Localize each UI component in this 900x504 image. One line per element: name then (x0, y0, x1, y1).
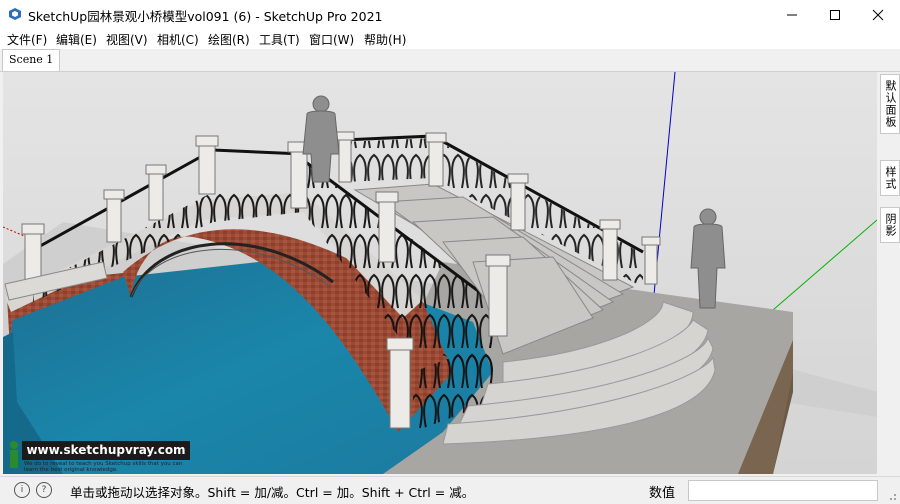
menu-draw[interactable]: 绘图(R) (208, 31, 250, 48)
close-button[interactable] (855, 0, 900, 29)
watermark-url: www.sketchupvray.com (22, 441, 190, 460)
info-circle-icon[interactable]: i (14, 482, 30, 498)
menu-window[interactable]: 窗口(W) (309, 31, 354, 48)
close-icon (872, 9, 883, 20)
tray-tab-styles[interactable]: 样式 (880, 160, 900, 196)
status-bar: i ? 单击或拖动以选择对象。Shift = 加/减。Ctrl = 加。Shif… (0, 476, 900, 504)
scene-tab-strip: Scene 1 (0, 49, 900, 72)
status-message: 单击或拖动以选择对象。Shift = 加/减。Ctrl = 加。Shift + … (70, 485, 475, 500)
maximize-button[interactable] (812, 0, 857, 29)
title-bar: SketchUp园林景观小桥模型vol091 (6) - SketchUp Pr… (0, 0, 900, 29)
menu-bar: 文件(F) 编辑(E) 视图(V) 相机(C) 绘图(R) 工具(T) 窗口(W… (0, 29, 900, 49)
menu-edit[interactable]: 编辑(E) (56, 31, 97, 48)
model-viewport[interactable] (3, 72, 877, 474)
tray-tab-shadows[interactable]: 阴影 (880, 207, 900, 243)
window-title: SketchUp园林景观小桥模型vol091 (6) - SketchUp Pr… (28, 9, 383, 24)
watermark-subtext: We do to reveal to teach you Sketchup sk… (24, 461, 183, 473)
default-tray: 默认面板 样式 阴影 (878, 72, 900, 474)
person-icon (10, 441, 18, 468)
menu-help[interactable]: 帮助(H) (364, 31, 406, 48)
scene-tab[interactable]: Scene 1 (2, 49, 61, 71)
menu-camera[interactable]: 相机(C) (157, 31, 199, 48)
maximize-icon (829, 9, 840, 20)
menu-tools[interactable]: 工具(T) (259, 31, 300, 48)
bridge-model-render (3, 72, 877, 474)
help-circle-icon[interactable]: ? (36, 482, 52, 498)
measurements-label: 数值 (649, 486, 676, 501)
sketchup-logo-icon (9, 8, 21, 20)
minimize-button[interactable] (769, 0, 814, 29)
menu-file[interactable]: 文件(F) (7, 31, 47, 48)
tray-tab-default-panel[interactable]: 默认面板 (880, 74, 900, 134)
menu-view[interactable]: 视图(V) (106, 31, 148, 48)
measurements-input[interactable] (688, 480, 878, 501)
resize-grip-icon[interactable] (887, 491, 897, 501)
minimize-icon (786, 14, 797, 15)
